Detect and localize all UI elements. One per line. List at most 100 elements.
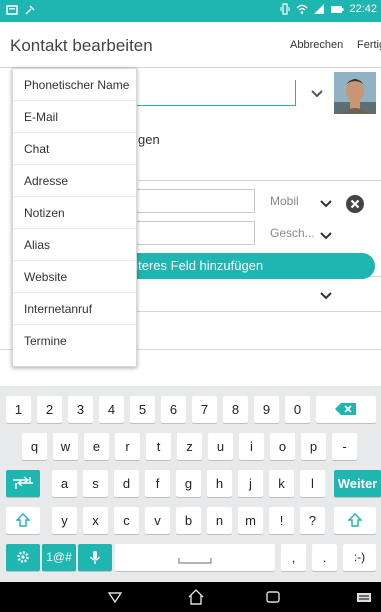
key-0[interactable]: 0 bbox=[285, 396, 310, 423]
key-i[interactable]: i bbox=[239, 433, 264, 460]
phone-type-label-2[interactable]: Gesch... bbox=[270, 226, 315, 240]
status-bar: 22:42 bbox=[0, 0, 381, 22]
key-r[interactable]: r bbox=[115, 433, 140, 460]
key-u[interactable]: u bbox=[208, 433, 233, 460]
microphone-icon bbox=[89, 551, 101, 564]
add-field-button[interactable]: eiteres Feld hinzufügen bbox=[118, 253, 375, 279]
key-x[interactable]: x bbox=[83, 507, 108, 534]
key-j[interactable]: j bbox=[238, 470, 263, 497]
menu-item-website[interactable]: Website bbox=[13, 261, 136, 293]
key-t[interactable]: t bbox=[146, 433, 171, 460]
key-w[interactable]: w bbox=[53, 433, 78, 460]
symbols-key[interactable]: 1@# bbox=[42, 544, 76, 571]
keyboard-icon[interactable] bbox=[355, 588, 373, 606]
section-divider bbox=[138, 180, 381, 181]
page-title: Kontakt bearbeiten bbox=[10, 36, 153, 55]
key-b[interactable]: b bbox=[176, 507, 201, 534]
status-time: 22:42 bbox=[349, 3, 377, 15]
key-n[interactable]: n bbox=[207, 507, 232, 534]
key-2[interactable]: 2 bbox=[37, 396, 62, 423]
close-icon bbox=[350, 199, 360, 209]
remove-phone-button[interactable] bbox=[346, 195, 364, 213]
key-h[interactable]: h bbox=[207, 470, 232, 497]
key-8[interactable]: 8 bbox=[223, 396, 248, 423]
key-z[interactable]: z bbox=[177, 433, 202, 460]
key-y[interactable]: y bbox=[52, 507, 77, 534]
notification-icon bbox=[6, 5, 18, 15]
key-m[interactable]: m bbox=[238, 507, 263, 534]
key-period[interactable]: . bbox=[312, 544, 337, 571]
key-g[interactable]: g bbox=[176, 470, 201, 497]
key-9[interactable]: 9 bbox=[254, 396, 279, 423]
menu-item-phonetic-name[interactable]: Phonetischer Name bbox=[13, 69, 136, 101]
key-5[interactable]: 5 bbox=[130, 396, 155, 423]
key-v[interactable]: v bbox=[145, 507, 170, 534]
key-d[interactable]: d bbox=[114, 470, 139, 497]
phone-number-input-2[interactable] bbox=[128, 221, 255, 245]
shift-key-right[interactable] bbox=[334, 507, 376, 534]
key-1[interactable]: 1 bbox=[6, 396, 31, 423]
recents-icon[interactable] bbox=[264, 588, 282, 606]
signal-icon bbox=[314, 4, 325, 14]
menu-item-alias[interactable]: Alias bbox=[13, 229, 136, 261]
partial-label: gen bbox=[138, 132, 160, 147]
title-bar: Kontakt bearbeiten Abbrechen Fertig bbox=[0, 22, 381, 68]
key-comma[interactable]: , bbox=[281, 544, 306, 571]
phone-type-label[interactable]: Mobil bbox=[270, 194, 299, 208]
cancel-button[interactable]: Abbrechen bbox=[290, 39, 343, 51]
key-4[interactable]: 4 bbox=[99, 396, 124, 423]
navigation-bar bbox=[0, 582, 381, 612]
space-key[interactable] bbox=[115, 544, 275, 571]
key-k[interactable]: k bbox=[269, 470, 294, 497]
menu-item-internet-call[interactable]: Internetanruf bbox=[13, 293, 136, 325]
key-e[interactable]: e bbox=[84, 433, 109, 460]
back-triangle-icon[interactable] bbox=[106, 588, 124, 606]
name-input[interactable] bbox=[128, 80, 296, 106]
key-q[interactable]: q bbox=[22, 433, 47, 460]
gear-icon bbox=[17, 551, 29, 563]
section-divider bbox=[118, 311, 381, 312]
key-dash[interactable]: - bbox=[332, 433, 357, 460]
key-s[interactable]: s bbox=[83, 470, 108, 497]
phone-number-input[interactable] bbox=[128, 189, 255, 213]
key-7[interactable]: 7 bbox=[192, 396, 217, 423]
home-icon[interactable] bbox=[187, 588, 205, 606]
key-p[interactable]: p bbox=[301, 433, 326, 460]
menu-item-appointments[interactable]: Termine bbox=[13, 325, 136, 357]
space-bar-icon bbox=[178, 558, 212, 564]
key-exclamation[interactable]: ! bbox=[269, 507, 294, 534]
key-a[interactable]: a bbox=[52, 470, 77, 497]
menu-item-address[interactable]: Adresse bbox=[13, 165, 136, 197]
key-l[interactable]: l bbox=[300, 470, 325, 497]
chevron-down-icon[interactable] bbox=[320, 230, 332, 242]
key-o[interactable]: o bbox=[270, 433, 295, 460]
key-6[interactable]: 6 bbox=[161, 396, 186, 423]
settings-key[interactable] bbox=[6, 544, 40, 571]
tab-icon bbox=[13, 476, 33, 489]
key-c[interactable]: c bbox=[114, 507, 139, 534]
battery-icon bbox=[331, 6, 344, 13]
key-3[interactable]: 3 bbox=[68, 396, 93, 423]
chevron-down-icon[interactable] bbox=[320, 198, 332, 210]
done-button[interactable]: Fertig bbox=[357, 39, 381, 51]
shift-icon bbox=[347, 513, 363, 527]
avatar[interactable] bbox=[334, 72, 376, 114]
voice-key[interactable] bbox=[78, 544, 112, 571]
smiley-key[interactable]: :-) bbox=[343, 544, 376, 571]
vibrate-icon bbox=[280, 3, 290, 15]
key-f[interactable]: f bbox=[145, 470, 170, 497]
contact-photo-icon bbox=[334, 72, 376, 114]
chevron-down-icon[interactable] bbox=[311, 88, 323, 100]
tool-icon bbox=[25, 5, 35, 15]
menu-item-notes[interactable]: Notizen bbox=[13, 197, 136, 229]
menu-item-email[interactable]: E-Mail bbox=[13, 101, 136, 133]
backspace-key[interactable] bbox=[316, 396, 376, 423]
shift-key-left[interactable] bbox=[6, 507, 40, 534]
chevron-down-icon[interactable] bbox=[320, 290, 332, 302]
backspace-icon bbox=[335, 403, 356, 415]
next-key[interactable]: Weiter bbox=[334, 470, 381, 497]
menu-item-chat[interactable]: Chat bbox=[13, 133, 136, 165]
shift-icon bbox=[15, 513, 31, 527]
key-question[interactable]: ? bbox=[300, 507, 325, 534]
tab-key[interactable] bbox=[6, 470, 40, 497]
